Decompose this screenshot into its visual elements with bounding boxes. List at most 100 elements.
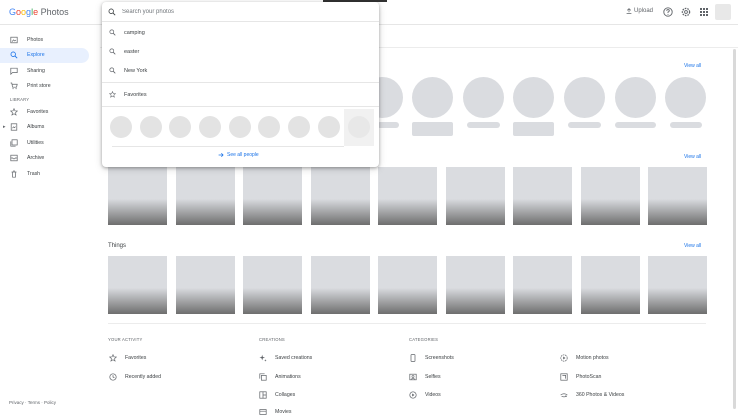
place-tile[interactable]	[108, 167, 167, 225]
things-view-all-link[interactable]: View all	[684, 243, 701, 249]
person-face-placeholder[interactable]	[169, 116, 191, 138]
thing-tile[interactable]	[176, 256, 235, 314]
sidebar-item-utilities[interactable]: Utilities	[0, 135, 100, 151]
person-placeholder[interactable]	[564, 77, 605, 118]
dropdown-divider	[102, 82, 379, 83]
play-icon	[409, 391, 417, 399]
search-favorites-item[interactable]: Favorites	[102, 86, 379, 103]
sidebar-item-photos[interactable]: Photos	[0, 32, 100, 48]
person-face-placeholder[interactable]	[140, 116, 162, 138]
photoscan-link[interactable]: PhotoScan	[560, 373, 601, 381]
more-people-button[interactable]	[344, 109, 374, 146]
person-placeholder[interactable]	[615, 77, 656, 118]
place-tile[interactable]	[243, 167, 302, 225]
person-placeholder[interactable]	[463, 77, 504, 118]
sidebar-item-sharing[interactable]: Sharing	[0, 63, 100, 79]
person-placeholder[interactable]	[412, 77, 453, 118]
panorama-icon	[560, 393, 568, 398]
thing-tile[interactable]	[648, 256, 707, 314]
album-icon	[10, 123, 18, 131]
motion-photos-link[interactable]: Motion photos	[560, 354, 609, 362]
privacy-link[interactable]: Privacy	[9, 400, 24, 405]
account-avatar[interactable]	[715, 4, 731, 20]
place-tile[interactable]	[446, 167, 505, 225]
saved-creations-link[interactable]: Saved creations	[259, 354, 312, 362]
place-tile[interactable]	[378, 167, 437, 225]
link-label: Selfies	[425, 374, 441, 380]
person-face-placeholder[interactable]	[288, 116, 310, 138]
upload-label: Upload	[634, 8, 654, 14]
animation-icon	[259, 373, 267, 381]
collages-link[interactable]: Collages	[259, 391, 295, 399]
footer-separator: ·	[25, 400, 27, 405]
upload-icon	[626, 8, 632, 14]
sidebar-item-explore[interactable]: Explore	[0, 47, 89, 63]
star-icon	[109, 91, 116, 98]
sidebar-item-favorites[interactable]: Favorites	[0, 104, 100, 120]
thing-tile[interactable]	[581, 256, 640, 314]
link-label: Videos	[425, 392, 441, 398]
thing-tile[interactable]	[108, 256, 167, 314]
link-label: Recently added	[125, 374, 162, 380]
see-all-people-link[interactable]: See all people	[218, 152, 259, 158]
apps-grid-icon[interactable]	[699, 7, 709, 17]
phone-icon	[410, 354, 416, 362]
help-icon[interactable]	[663, 7, 673, 17]
activity-favorites-link[interactable]: Favorites	[109, 354, 146, 362]
sidebar-item-label: Photos	[27, 36, 44, 43]
animations-link[interactable]: Animations	[259, 373, 301, 381]
search-suggestion[interactable]: easter	[102, 43, 379, 60]
screenshots-link[interactable]: Screenshots	[409, 354, 454, 362]
person-face-placeholder[interactable]	[199, 116, 221, 138]
thing-tile[interactable]	[446, 256, 505, 314]
footer-separator: ·	[41, 400, 43, 405]
recently-added-link[interactable]: Recently added	[109, 373, 161, 381]
videos-link[interactable]: Videos	[409, 391, 441, 399]
movie-icon	[259, 409, 267, 415]
gear-icon[interactable]	[681, 7, 691, 17]
place-tile[interactable]	[311, 167, 370, 225]
person-name-placeholder	[467, 122, 500, 128]
search-input[interactable]	[122, 8, 362, 15]
movies-link[interactable]: Movies	[259, 408, 291, 415]
link-label: PhotoScan	[576, 374, 602, 380]
person-face-placeholder[interactable]	[110, 116, 132, 138]
dropdown-divider	[102, 106, 379, 107]
star-icon	[10, 107, 18, 116]
app-logo[interactable]: Google Photos	[9, 7, 69, 17]
page-scrollbar[interactable]	[733, 49, 736, 409]
terms-link[interactable]: Terms	[28, 400, 40, 405]
person-face-placeholder[interactable]	[229, 116, 251, 138]
thing-tile[interactable]	[513, 256, 572, 314]
expand-caret-icon[interactable]: ▸	[3, 124, 6, 130]
person-face-placeholder[interactable]	[258, 116, 280, 138]
sidebar-item-label: Sharing	[27, 67, 45, 74]
thing-tile[interactable]	[378, 256, 437, 314]
policy-link[interactable]: Policy	[44, 400, 56, 405]
thing-tile[interactable]	[311, 256, 370, 314]
link-label: 360 Photos & Videos	[576, 392, 625, 398]
place-tile[interactable]	[513, 167, 572, 225]
people-view-all-link[interactable]: View all	[684, 63, 701, 69]
sidebar-item-trash[interactable]: Trash	[0, 166, 100, 182]
selfies-link[interactable]: Selfies	[409, 373, 441, 381]
search-suggestion[interactable]: camping	[102, 24, 379, 41]
place-tile[interactable]	[648, 167, 707, 225]
cart-icon	[10, 82, 18, 90]
sidebar-item-print-store[interactable]: Print store	[0, 79, 100, 95]
sidebar-item-archive[interactable]: Archive	[0, 151, 100, 167]
person-face-placeholder[interactable]	[318, 116, 340, 138]
upload-button[interactable]: Upload	[626, 8, 653, 14]
place-tile[interactable]	[176, 167, 235, 225]
panorama-link[interactable]: 360 Photos & Videos	[560, 391, 624, 399]
search-suggestion[interactable]: New York	[102, 62, 379, 79]
thing-tile[interactable]	[243, 256, 302, 314]
link-label: Collages	[275, 392, 296, 398]
collage-icon	[259, 391, 267, 399]
place-tile[interactable]	[581, 167, 640, 225]
categories-heading: CATEGORIES	[409, 337, 439, 342]
places-view-all-link[interactable]: View all	[684, 154, 701, 160]
person-placeholder[interactable]	[665, 77, 706, 118]
sidebar-item-albums[interactable]: ▸ Albums	[0, 120, 100, 136]
person-placeholder[interactable]	[513, 77, 554, 118]
